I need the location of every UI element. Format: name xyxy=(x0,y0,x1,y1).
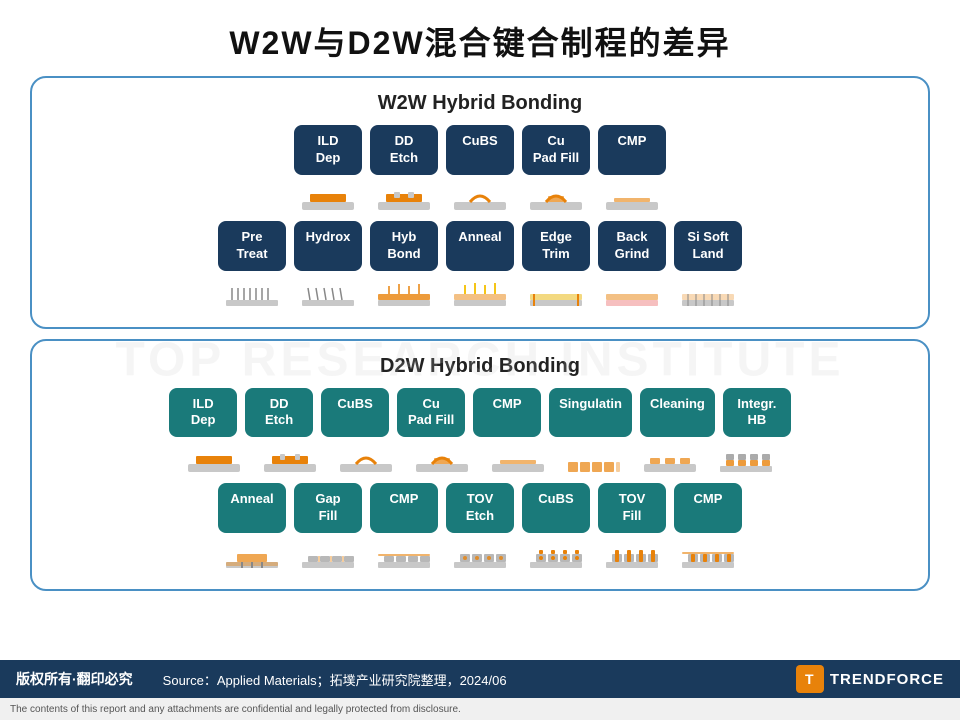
d2w-ild-dep-icon xyxy=(180,443,248,479)
d2w-box-cubs: CuBS xyxy=(321,388,389,438)
d2w-box-integr-hb: Integr.HB xyxy=(723,388,791,438)
brand-name: TRENDFORCE xyxy=(830,671,944,688)
d2w-cu-pad-fill-icon xyxy=(408,443,476,479)
disclaimer-text: The contents of this report and any atta… xyxy=(10,704,461,715)
d2w-tov-etch-icon xyxy=(446,539,514,575)
d2w-box-cmp: CMP xyxy=(473,388,541,438)
w2w-box-anneal: Anneal xyxy=(446,221,514,271)
source-text: Source：Applied Materials；拓墣产业研究院整理，2024/… xyxy=(163,670,796,689)
d2w-row2-boxes: Anneal GapFill CMP TOVEtch CuBS TOVFill … xyxy=(52,483,908,533)
back-grind-icon xyxy=(598,277,666,313)
d2w-cubs2-icon xyxy=(522,539,590,575)
d2w-box-cleaning: Cleaning xyxy=(640,388,715,438)
d2w-cmp2-icon xyxy=(370,539,438,575)
si-soft-land-icon xyxy=(674,277,742,313)
w2w-row1-boxes: ILDDep DDEtch CuBS CuPad Fill CMP xyxy=(52,125,908,175)
d2w-dd-etch-icon xyxy=(256,443,324,479)
d2w-box-tov-etch: TOVEtch xyxy=(446,483,514,533)
w2w-box-ild-dep: ILDDep xyxy=(294,125,362,175)
d2w-box-tov-fill: TOVFill xyxy=(598,483,666,533)
w2w-box-cmp: CMP xyxy=(598,125,666,175)
d2w-singulatin-icon xyxy=(560,443,628,479)
w2w-row2-boxes: PreTreat Hydrox HybBond Anneal EdgeTrim … xyxy=(52,221,908,271)
footer-bar: 版权所有·翻印必究 Source：Applied Materials；拓墣产业研… xyxy=(0,660,960,698)
d2w-integr-hb-icon xyxy=(712,443,780,479)
w2w-box-hyb-bond: HybBond xyxy=(370,221,438,271)
copyright-text: 版权所有·翻印必究 xyxy=(16,669,133,689)
cmp-w2w-icon xyxy=(598,181,666,217)
d2w-row1-boxes: ILDDep DDEtch CuBS CuPad Fill CMP Singul… xyxy=(52,388,908,438)
d2w-box-dd-etch: DDEtch xyxy=(245,388,313,438)
main-title: W2W与D2W混合键合制程的差异 xyxy=(0,0,960,76)
w2w-row2-icons xyxy=(52,277,908,313)
d2w-section: D2W Hybrid Bonding ILDDep DDEtch CuBS Cu… xyxy=(30,339,930,592)
w2w-box-edge-trim: EdgeTrim xyxy=(522,221,590,271)
w2w-box-dd-etch: DDEtch xyxy=(370,125,438,175)
d2w-box-cu-pad-fill: CuPad Fill xyxy=(397,388,465,438)
d2w-box-anneal: Anneal xyxy=(218,483,286,533)
d2w-box-ild-dep: ILDDep xyxy=(169,388,237,438)
w2w-box-si-soft-land: Si SoftLand xyxy=(674,221,742,271)
brand-logo: T TRENDFORCE xyxy=(796,665,944,693)
d2w-box-gap-fill: GapFill xyxy=(294,483,362,533)
d2w-box-cubs2: CuBS xyxy=(522,483,590,533)
edge-trim-icon xyxy=(522,277,590,313)
d2w-box-cmp2: CMP xyxy=(370,483,438,533)
brand-logo-icon: T xyxy=(796,665,824,693)
d2w-box-cmp3: CMP xyxy=(674,483,742,533)
d2w-row2-icons xyxy=(52,539,908,575)
dd-etch-icon xyxy=(370,181,438,217)
d2w-box-singulatin: Singulatin xyxy=(549,388,632,438)
w2w-row1-icons xyxy=(52,181,908,217)
disclaimer-bar: The contents of this report and any atta… xyxy=(0,698,960,720)
hydrox-icon xyxy=(294,277,362,313)
cubs-icon xyxy=(446,181,514,217)
pre-treat-icon xyxy=(218,277,286,313)
w2w-box-pre-treat: PreTreat xyxy=(218,221,286,271)
w2w-box-cubs: CuBS xyxy=(446,125,514,175)
w2w-box-cu-pad-fill: CuPad Fill xyxy=(522,125,590,175)
d2w-cleaning-icon xyxy=(636,443,704,479)
d2w-cmp3-icon xyxy=(674,539,742,575)
d2w-anneal-icon xyxy=(218,539,286,575)
hyb-bond-icon xyxy=(370,277,438,313)
d2w-cmp-icon xyxy=(484,443,552,479)
cu-pad-fill-icon xyxy=(522,181,590,217)
w2w-section: W2W Hybrid Bonding ILDDep DDEtch CuBS Cu… xyxy=(30,76,930,329)
d2w-cubs-icon xyxy=(332,443,400,479)
w2w-box-hydrox: Hydrox xyxy=(294,221,362,271)
w2w-box-back-grind: BackGrind xyxy=(598,221,666,271)
anneal-w2w-icon xyxy=(446,277,514,313)
w2w-title: W2W Hybrid Bonding xyxy=(52,92,908,115)
d2w-row1-icons xyxy=(52,443,908,479)
d2w-title: D2W Hybrid Bonding xyxy=(52,355,908,378)
d2w-tov-fill-icon xyxy=(598,539,666,575)
ild-dep-icon xyxy=(294,181,362,217)
d2w-gap-fill-icon xyxy=(294,539,362,575)
